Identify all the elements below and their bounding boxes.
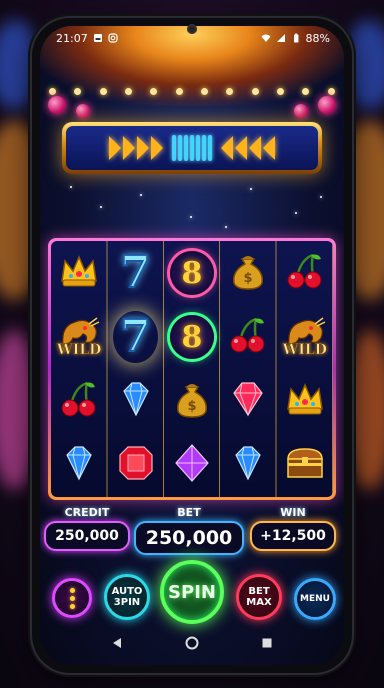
money-bag-icon: $ [170, 377, 214, 425]
win-label: WIN [280, 506, 306, 519]
treasure-chest-icon [283, 441, 327, 489]
reel-cell: 8 [164, 305, 220, 369]
bet-label: BET [177, 506, 201, 519]
fan-emblem-icon [172, 135, 212, 161]
bet-display[interactable]: BET 250,000 [134, 506, 244, 555]
reel-cell [51, 369, 107, 433]
reel-cell [277, 433, 333, 497]
hud-panel: CREDIT 250,000 BET 250,000 WIN +12,500 [40, 506, 344, 566]
battery-percent: 88% [305, 31, 330, 45]
android-nav-bar [40, 621, 344, 665]
credit-value: 250,000 [44, 521, 130, 551]
reel-grid: 7 8 $ WILD 7 8 WILD $ [51, 241, 333, 497]
front-camera [187, 24, 197, 34]
recents-square-icon [262, 638, 272, 648]
eight-symbol: 8 [169, 251, 214, 295]
wild-label: WILD [57, 342, 102, 359]
ornament-icon [48, 96, 66, 114]
wild-label: WILD [282, 342, 327, 359]
cherries-icon [226, 313, 270, 361]
bet-max-button[interactable]: BET MAX [236, 574, 282, 620]
game-screen: 21:07 88% 7 8 $ WILD 7 8 WILD $ CREDIT 2… [40, 26, 344, 665]
purple-gem-icon [170, 441, 214, 489]
bet-max-label-2: MAX [246, 597, 272, 608]
recents-button[interactable] [259, 635, 275, 651]
phone-frame: 21:07 88% 7 8 $ WILD 7 8 WILD $ CREDIT 2… [32, 18, 352, 673]
menu-button[interactable]: MENU [294, 578, 336, 620]
money-bag-icon: $ [226, 249, 270, 297]
red-diamond-icon [226, 377, 270, 425]
reel-cell [51, 241, 107, 305]
options-button[interactable] [52, 578, 92, 618]
wild-dragon-symbol: WILD [281, 314, 329, 360]
jackpot-banner [62, 122, 322, 174]
signal-icon [276, 34, 285, 42]
seven-symbol: 7 [119, 247, 152, 298]
home-button[interactable] [184, 635, 200, 651]
more-options-icon [69, 587, 75, 609]
win-value: +12,500 [250, 521, 336, 551]
reel-cell: 7 [107, 305, 163, 369]
reel-cell [51, 433, 107, 497]
blue-diamond-icon [114, 377, 158, 425]
win-display: WIN +12,500 [250, 506, 336, 551]
marquee-bulbs [40, 88, 344, 102]
reel-cell [107, 433, 163, 497]
reel-cell [277, 241, 333, 305]
crown-icon [57, 249, 101, 297]
reel-cell [220, 369, 276, 433]
home-circle-icon [185, 636, 199, 650]
auto-spin-label-2: 3PIN [113, 597, 141, 608]
reel-cell: WILD [51, 305, 107, 369]
battery-icon [293, 33, 299, 43]
reel-cell: 8 [164, 241, 220, 305]
reel-cell [107, 369, 163, 433]
reels-frame: 7 8 $ WILD 7 8 WILD $ [48, 238, 336, 500]
reel-cell: WILD [277, 305, 333, 369]
crown-icon [283, 377, 327, 425]
blue-diamond-icon [226, 441, 270, 489]
auto-spin-button[interactable]: AUTO 3PIN [104, 574, 150, 620]
wild-dragon-symbol: WILD [55, 314, 103, 360]
back-button[interactable] [109, 635, 125, 651]
status-time: 21:07 [56, 31, 88, 45]
firework-sparkles [40, 176, 344, 246]
reel-cell [277, 369, 333, 433]
instagram-icon [108, 33, 118, 43]
reel-cell [220, 433, 276, 497]
reel-cell: $ [220, 241, 276, 305]
cherries-icon [57, 377, 101, 425]
wifi-icon [261, 34, 271, 42]
svg-text:$: $ [187, 399, 196, 414]
ornament-icon [318, 96, 336, 114]
reel-cell [220, 305, 276, 369]
ornament-icon [294, 104, 308, 118]
ornament-icon [76, 104, 90, 118]
bet-max-label-1: BET [248, 586, 270, 597]
spin-button[interactable]: SPIN [160, 560, 224, 624]
gallery-icon [93, 34, 102, 42]
blue-diamond-icon [57, 441, 101, 489]
svg-text:$: $ [244, 271, 253, 286]
back-triangle-icon [113, 638, 122, 648]
credit-display: CREDIT 250,000 [44, 506, 130, 551]
reel-cell: $ [164, 369, 220, 433]
reel-cell [164, 433, 220, 497]
eight-symbol: 8 [169, 315, 214, 359]
auto-spin-label-1: AUTO [111, 586, 143, 597]
credit-label: CREDIT [64, 506, 110, 519]
reel-cell: 7 [107, 241, 163, 305]
cherries-icon [283, 249, 327, 297]
seven-symbol: 7 [119, 311, 152, 362]
bet-value[interactable]: 250,000 [134, 521, 244, 555]
red-gem-icon [114, 441, 158, 489]
